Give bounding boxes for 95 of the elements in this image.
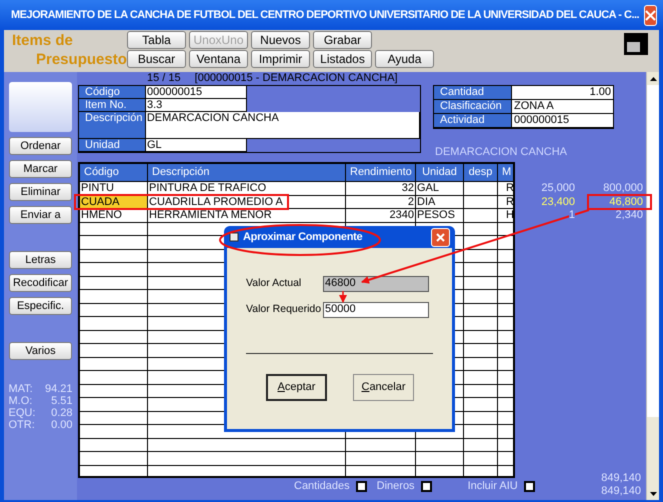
field-label: Clasificación xyxy=(434,100,512,114)
close-icon xyxy=(436,232,445,242)
sidebar-button[interactable]: Eliminar xyxy=(9,183,72,201)
field-value: 3.3 xyxy=(146,99,247,112)
summary-label: OTR: xyxy=(8,419,35,431)
column-header: Rendimiento xyxy=(346,164,416,181)
field-value: 000000015 xyxy=(146,86,247,99)
summary-value: 94.21 xyxy=(44,383,72,395)
table-cell: GAL xyxy=(416,182,464,194)
field-label: Cantidad xyxy=(434,86,512,100)
pointer-arrow xyxy=(339,291,347,303)
total-value: 800,000 xyxy=(603,182,643,196)
summary-value: 0.28 xyxy=(51,407,72,419)
field-label: Actividad xyxy=(434,114,512,128)
sidebar-button[interactable]: Ordenar xyxy=(9,137,72,155)
dialog-button[interactable]: Aceptar xyxy=(266,374,327,401)
field-label: Item No. xyxy=(79,99,146,112)
price-value: 25,000 xyxy=(541,182,575,196)
table-cell: HMENO xyxy=(80,209,148,222)
checkbox[interactable] xyxy=(356,481,367,492)
dialog-button[interactable]: Cancelar xyxy=(353,374,414,401)
module-heading: Presupuesto xyxy=(35,50,127,69)
scroll-thumb[interactable] xyxy=(647,417,659,487)
table-cell: 2340 xyxy=(346,209,416,222)
toolbar-button[interactable]: Listados xyxy=(313,50,372,68)
table-cell: PINTU xyxy=(80,182,148,194)
checkbox[interactable] xyxy=(524,481,535,492)
column-header: M xyxy=(498,164,513,181)
field-label: Descripción xyxy=(79,112,146,139)
toolbar-button[interactable]: Tabla xyxy=(127,31,186,49)
column-header: Descripción xyxy=(148,164,346,181)
table-cell: PESOS xyxy=(416,209,464,222)
total-value: 2,340 xyxy=(615,209,643,222)
column-header: Unidad xyxy=(416,164,464,181)
sidebar-button[interactable]: Marcar xyxy=(9,160,72,178)
field-value: ZONA A xyxy=(512,100,613,114)
table-cell: 2 xyxy=(346,196,416,208)
window-toggle-icon[interactable] xyxy=(624,33,648,55)
sidebar-button[interactable]: Recodificar xyxy=(9,274,72,292)
close-button[interactable] xyxy=(644,4,658,26)
field-value: 1.00 xyxy=(512,86,613,100)
table-cell: CUADRILLA PROMEDIO A xyxy=(148,196,346,208)
sidebar-button[interactable]: Especific. xyxy=(9,297,72,315)
table-cell: PINTURA DE TRAFICO xyxy=(148,182,346,194)
sidebar-button[interactable]: Enviar a xyxy=(9,206,72,224)
summary-label: M.O: xyxy=(8,395,32,407)
total-value: 46,800 xyxy=(609,196,643,209)
table-cell: H xyxy=(498,209,513,222)
dialog-title: Aproximar Componente xyxy=(243,230,364,245)
table-cell: CUADA xyxy=(80,196,148,208)
summary-value: 0.00 xyxy=(51,419,72,431)
toolbar-button[interactable]: Imprimir xyxy=(251,50,310,68)
table-cell: 32 xyxy=(346,182,416,194)
scrollbar[interactable] xyxy=(646,72,659,500)
grid-caption: DEMARCACION CANCHA xyxy=(435,146,568,159)
toolbar-button[interactable]: Buscar xyxy=(127,50,186,68)
highlight-rectangle xyxy=(587,194,652,210)
sidebar-button[interactable]: Varios xyxy=(9,342,72,360)
checkbox[interactable] xyxy=(420,481,432,492)
value-field[interactable]: 50000 xyxy=(323,302,429,318)
summary-label: EQU: xyxy=(8,407,36,419)
table-cell: HERRAMIENTA MENOR xyxy=(148,209,346,222)
table-cell: DIA xyxy=(416,196,464,208)
dialog-icon xyxy=(229,232,239,242)
field-value: DEMARCACION CANCHA xyxy=(146,112,420,139)
toolbar-button[interactable]: Ventana xyxy=(189,50,248,68)
module-heading: Items de xyxy=(12,31,74,50)
toolbar-button[interactable]: Ayuda xyxy=(375,50,434,68)
close-button[interactable] xyxy=(431,228,450,246)
checkbox-label: Cantidades xyxy=(294,480,350,493)
column-header: Código xyxy=(80,164,148,181)
field-label: Valor Actual xyxy=(246,276,302,291)
price-value: 23,400 xyxy=(541,196,575,209)
sidebar-button[interactable]: Letras xyxy=(9,251,72,269)
close-icon xyxy=(645,10,656,20)
summary-label: MAT: xyxy=(8,383,33,395)
grand-total: 849,140 xyxy=(601,472,641,485)
checkbox-label: Incluir AIU xyxy=(468,480,518,493)
record-position: 15 / 15 xyxy=(147,72,181,85)
field-label: Código xyxy=(79,86,146,99)
column-header: desp xyxy=(464,164,498,181)
toolbar-button[interactable]: Grabar xyxy=(313,31,372,49)
field-label: Valor Requerido xyxy=(246,302,322,317)
grand-total: 849,140 xyxy=(601,485,641,498)
toolbar-button[interactable]: Nuevos xyxy=(251,31,310,49)
summary-value: 5.51 xyxy=(51,395,72,407)
field-label: Unidad xyxy=(79,139,146,152)
window-title: MEJORAMIENTO DE LA CANCHA DE FUTBOL DEL CENTRO DEPORTIVO UNIVERSITARIO DE LA UNIVERSIDAD DEL CAUCA - C... xyxy=(11,8,640,23)
record-name: [000000015 - DEMARCACION CANCHA] xyxy=(194,72,398,85)
sidebar-panel xyxy=(9,82,72,132)
scroll-down-icon[interactable] xyxy=(647,487,659,500)
scroll-up-icon[interactable] xyxy=(647,72,659,85)
field-value: 000000015 xyxy=(512,114,613,128)
field-value: GL xyxy=(146,139,247,152)
checkbox-label: Dineros xyxy=(376,480,415,493)
